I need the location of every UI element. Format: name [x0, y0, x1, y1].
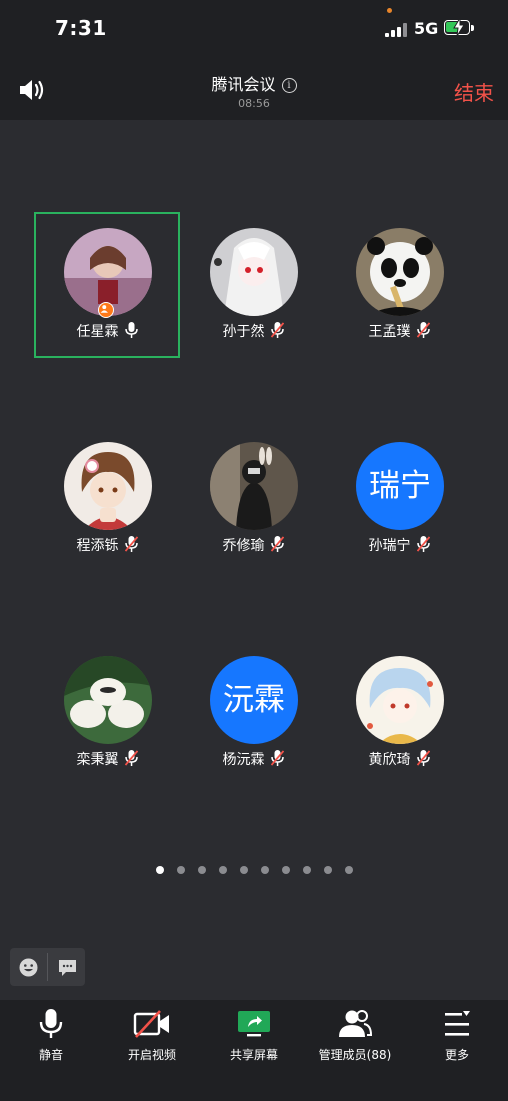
participant-tile[interactable]: 沅霖 杨沅霖	[180, 640, 326, 786]
participant-tile-active[interactable]: 任星霖	[34, 212, 180, 358]
mic-muted-icon	[416, 750, 430, 766]
participant-avatar	[210, 228, 298, 316]
share-screen-label: 共享屏幕	[229, 1048, 278, 1062]
mic-on-icon	[124, 322, 138, 338]
page-dot[interactable]	[324, 866, 332, 874]
participant-name: 王孟璞	[368, 324, 411, 340]
participant-name-row: 孙于然	[180, 321, 326, 341]
participant-avatar-initials: 瑞宁	[356, 442, 444, 530]
privacy-indicator-dot	[387, 8, 392, 13]
participant-name: 任星霖	[76, 324, 119, 340]
chat-icon[interactable]	[57, 957, 78, 978]
participant-tile[interactable]: 乔修瑜	[180, 426, 326, 572]
battery-cap	[471, 25, 474, 31]
participant-name: 栾秉翼	[76, 752, 119, 768]
mute-button[interactable]: 静音	[1, 1008, 101, 1068]
mic-muted-icon	[124, 750, 138, 766]
participant-tile[interactable]: 王孟璞	[326, 212, 472, 358]
share-screen-icon	[238, 1011, 270, 1037]
page-dot[interactable]	[261, 866, 269, 874]
mic-muted-icon	[270, 750, 284, 766]
page-dot[interactable]	[177, 866, 185, 874]
manage-members-button[interactable]: 管理成员(88)	[305, 1008, 405, 1068]
mic-muted-icon	[270, 322, 284, 338]
page-dot[interactable]	[240, 866, 248, 874]
page-dot[interactable]	[198, 866, 206, 874]
participant-avatar-initials: 沅霖	[210, 656, 298, 744]
start-video-label: 开启视频	[127, 1048, 176, 1062]
page-dot[interactable]	[345, 866, 353, 874]
start-video-button[interactable]: 开启视频	[102, 1008, 202, 1068]
participant-avatar	[64, 656, 152, 744]
mute-label: 静音	[38, 1048, 63, 1062]
participant-tile[interactable]: 瑞宁 孙瑞宁	[326, 426, 472, 572]
bottom-toolbar: 静音 开启视频 共享屏幕 管理成员(88) 更多	[0, 1000, 508, 1101]
participant-name-row: 孙瑞宁	[326, 535, 472, 555]
participant-tile[interactable]: 孙于然	[180, 212, 326, 358]
manage-members-label: 管理成员(88)	[318, 1048, 392, 1062]
meeting-duration: 08:56	[238, 97, 270, 110]
mic-muted-icon	[416, 536, 430, 552]
mic-muted-icon	[270, 536, 284, 552]
participant-name-row: 任星霖	[36, 321, 178, 341]
participant-name: 程添铄	[76, 538, 119, 554]
participant-avatar	[64, 442, 152, 530]
end-meeting-button[interactable]: 结束	[454, 77, 494, 106]
participant-name-row: 程添铄	[34, 535, 180, 555]
meeting-header: 腾讯会议 i 08:56 结束	[0, 56, 508, 120]
floating-action-bar	[10, 948, 85, 986]
participant-name-row: 黄欣琦	[326, 749, 472, 769]
participant-name: 孙瑞宁	[368, 538, 411, 554]
participant-tile[interactable]: 栾秉翼	[34, 640, 180, 786]
battery-icon	[444, 18, 470, 36]
video-off-icon	[133, 1010, 169, 1038]
more-label: 更多	[444, 1048, 469, 1062]
participant-avatar	[356, 228, 444, 316]
page-dot[interactable]	[219, 866, 227, 874]
status-bar: 7:31 5G	[0, 0, 508, 56]
participant-tile[interactable]: 黄欣琦	[326, 640, 472, 786]
participant-name-row: 王孟璞	[326, 321, 472, 341]
members-icon	[339, 1010, 373, 1037]
participant-name-row: 乔修瑜	[180, 535, 326, 555]
participant-name: 乔修瑜	[222, 538, 265, 554]
microphone-icon	[39, 1009, 63, 1038]
participant-tile[interactable]: 程添铄	[34, 426, 180, 572]
participant-name-row: 杨沅霖	[180, 749, 326, 769]
meeting-title-text: 腾讯会议	[211, 75, 276, 94]
participant-name: 黄欣琦	[368, 752, 411, 768]
page-dot[interactable]	[303, 866, 311, 874]
participant-name-row: 栾秉翼	[34, 749, 180, 769]
meeting-title[interactable]: 腾讯会议 i	[0, 71, 508, 95]
share-screen-button[interactable]: 共享屏幕	[204, 1008, 304, 1068]
more-button[interactable]: 更多	[407, 1008, 507, 1068]
page-dot[interactable]	[282, 866, 290, 874]
network-type: 5G	[414, 19, 439, 38]
participant-avatar	[210, 442, 298, 530]
participant-name: 孙于然	[222, 324, 265, 340]
emoji-reaction-icon[interactable]	[18, 957, 39, 978]
info-icon[interactable]: i	[281, 78, 297, 93]
host-badge-icon	[98, 302, 114, 318]
status-time: 7:31	[55, 16, 107, 40]
cellular-signal-icon	[385, 23, 409, 37]
mic-muted-icon	[124, 536, 138, 552]
participant-avatar	[356, 656, 444, 744]
more-menu-icon	[445, 1011, 470, 1036]
participant-name: 杨沅霖	[222, 752, 265, 768]
mic-muted-icon	[416, 322, 430, 338]
page-dot[interactable]	[156, 866, 164, 874]
